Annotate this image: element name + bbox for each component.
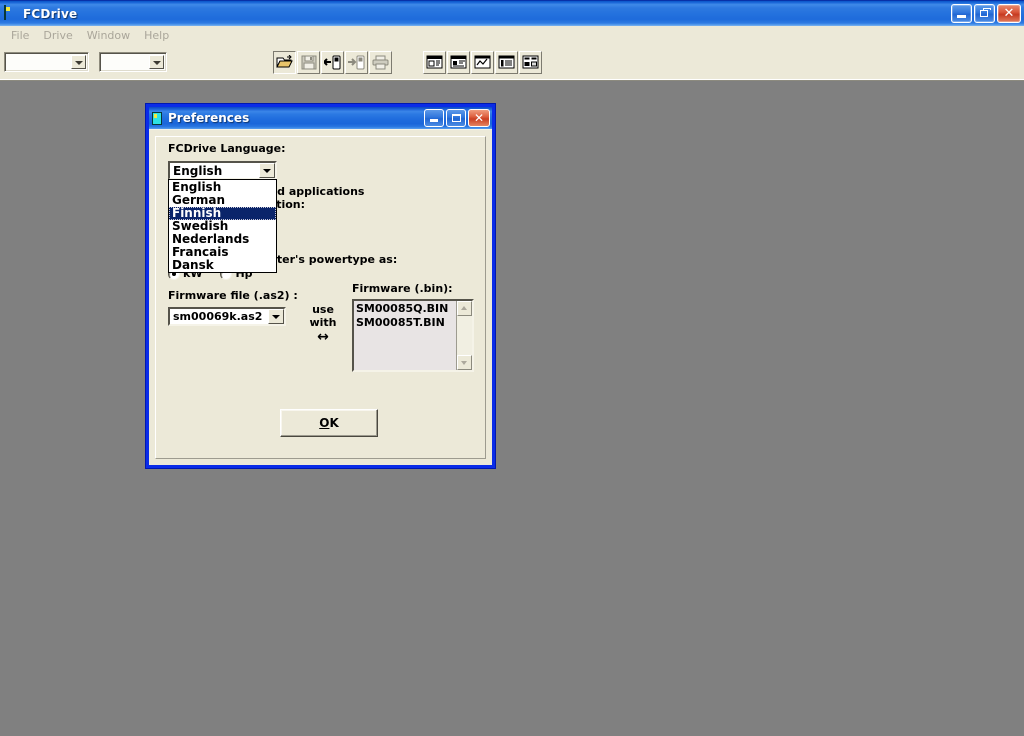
double-arrow-icon: ↔ <box>317 329 329 345</box>
minimize-button[interactable] <box>951 4 972 23</box>
language-label: FCDrive Language: <box>168 142 286 155</box>
open-folder-icon[interactable] <box>273 50 296 74</box>
menu-item-file[interactable]: File <box>4 28 36 43</box>
toolbar-combo-two[interactable] <box>99 52 167 72</box>
window-tile-icon[interactable] <box>519 50 542 74</box>
window-monitor-icon[interactable] <box>447 50 470 74</box>
firmware-as2-label: Firmware file (.as2) : <box>168 289 298 302</box>
use-with-label: use with <box>309 303 337 329</box>
toolbar-combo-one[interactable] <box>4 52 89 72</box>
save-disk-icon[interactable] <box>297 50 320 74</box>
list-item[interactable]: SM00085T.BIN <box>356 316 456 330</box>
dialog-maximize-button[interactable] <box>446 109 466 127</box>
print-icon[interactable] <box>369 50 392 74</box>
list-item[interactable]: SM00085Q.BIN <box>356 302 456 316</box>
toolbar <box>0 44 1024 81</box>
dialog-drive-icon <box>152 111 162 125</box>
dialog-body: FCDrive Language: or old applications ef… <box>149 129 492 465</box>
upload-from-drive-icon[interactable] <box>321 50 344 74</box>
dialog-title: Preferences <box>168 111 250 125</box>
menu-item-help[interactable]: Help <box>137 28 176 43</box>
window-parameters-icon[interactable] <box>423 50 446 74</box>
language-dropdown-list[interactable]: English German Finnish Swedish Nederland… <box>168 179 277 273</box>
dialog-window-buttons: ✕ <box>422 109 490 127</box>
toolbar-group-windows <box>423 50 543 74</box>
download-to-drive-icon[interactable] <box>345 50 368 74</box>
language-combo-value: English <box>173 163 223 178</box>
window-graph-icon[interactable] <box>471 50 494 74</box>
preferences-panel: FCDrive Language: or old applications ef… <box>155 136 486 459</box>
scroll-down-icon[interactable] <box>457 355 472 370</box>
firmware-as2-combo[interactable]: sm00069k.as2 <box>168 307 286 326</box>
toolbar-group-file <box>273 50 393 74</box>
scroll-up-icon[interactable] <box>457 301 472 316</box>
menu-item-drive[interactable]: Drive <box>36 28 79 43</box>
language-option-dansk[interactable]: Dansk <box>169 259 276 272</box>
firmware-bin-scrollbar[interactable] <box>456 301 472 370</box>
ok-button-accel: O <box>319 416 330 430</box>
chevron-down-icon[interactable] <box>268 309 284 324</box>
menu-item-window[interactable]: Window <box>80 28 137 43</box>
dialog-minimize-button[interactable] <box>424 109 444 127</box>
firmware-bin-listbox[interactable]: SM00085Q.BIN SM00085T.BIN <box>352 299 474 372</box>
menu-bar: File Drive Window Help <box>0 26 1024 44</box>
dialog-title-bar[interactable]: Preferences ✕ <box>149 107 492 129</box>
app-title: FCDrive <box>23 6 78 21</box>
chevron-down-icon[interactable] <box>149 55 164 69</box>
firmware-as2-value: sm00069k.as2 <box>173 310 263 323</box>
main-title-bar[interactable]: FCDrive ✕ <box>0 0 1024 26</box>
ok-button-rest: K <box>329 416 339 430</box>
chevron-down-icon[interactable] <box>71 55 86 69</box>
close-button[interactable]: ✕ <box>997 4 1021 23</box>
firmware-bin-list[interactable]: SM00085Q.BIN SM00085T.BIN <box>354 301 456 370</box>
firmware-bin-label: Firmware (.bin): <box>352 282 453 295</box>
use-with-indicator: use with ↔ <box>298 303 348 345</box>
main-window-buttons: ✕ <box>949 4 1021 23</box>
app-drive-icon <box>4 4 18 22</box>
chevron-down-icon[interactable] <box>259 163 275 178</box>
restore-button[interactable] <box>974 4 995 23</box>
main-window: FCDrive ✕ File Drive Window Help <box>0 0 1024 82</box>
preferences-dialog: Preferences ✕ FCDrive Language: or old a… <box>145 103 496 469</box>
language-combo[interactable]: English <box>168 161 277 180</box>
ok-button[interactable]: OK <box>280 409 378 437</box>
window-list-icon[interactable] <box>495 50 518 74</box>
dialog-close-button[interactable]: ✕ <box>468 109 490 127</box>
